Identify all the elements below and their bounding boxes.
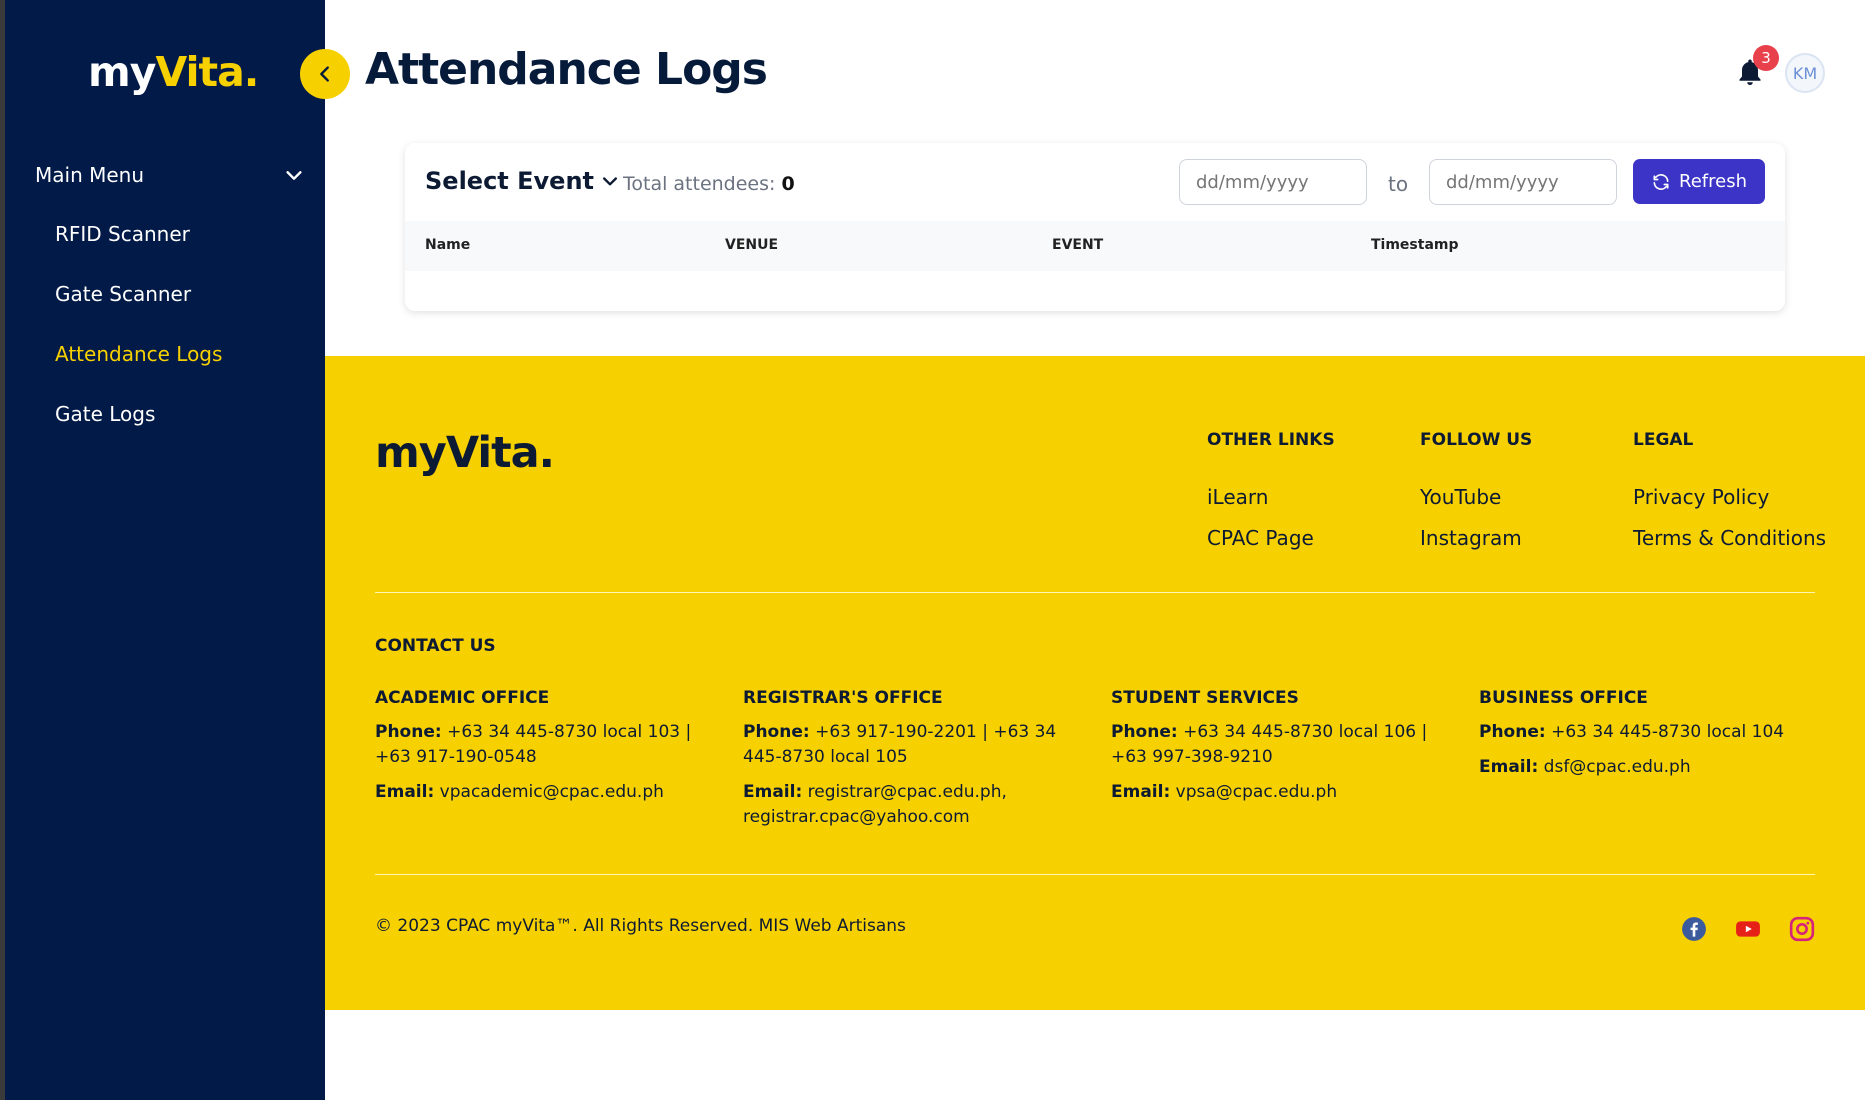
email-label: Email: [1111,782,1171,802]
office-phone: Phone: +63 34 445-8730 local 104 [1479,720,1829,745]
contact-us-heading: CONTACT US [375,636,496,656]
logo-text-my: my [88,48,156,96]
follow-us-heading: FOLLOW US [1420,430,1533,450]
refresh-icon [1653,173,1669,190]
phone-label: Phone: [743,722,810,742]
column-header-name[interactable]: Name [425,237,470,253]
office-email: Email: registrar@cpac.edu.ph, registrar.… [743,780,1093,830]
date-from-input[interactable] [1179,159,1367,205]
email-label: Email: [1479,757,1539,777]
column-header-venue[interactable]: VENUE [725,237,778,253]
footer-divider [375,874,1815,875]
office-name: REGISTRAR'S OFFICE [743,688,943,708]
chevron-down-icon [603,177,617,186]
footer-link-cpac-page[interactable]: CPAC Page [1207,526,1314,550]
office-name: STUDENT SERVICES [1111,688,1299,708]
office-student-services: STUDENT SERVICES Phone: +63 34 445-8730 … [1111,688,1461,815]
avatar[interactable]: KM [1785,53,1825,93]
footer-link-ilearn[interactable]: iLearn [1207,485,1268,509]
phone-value: +63 34 445-8730 local 104 [1551,722,1785,742]
column-header-event[interactable]: EVENT [1052,237,1103,253]
column-header-timestamp[interactable]: Timestamp [1371,237,1459,253]
instagram-icon[interactable] [1789,916,1815,942]
sidebar-item-gate-logs[interactable]: Gate Logs [55,402,155,426]
footer: myVita. OTHER LINKS iLearn CPAC Page FOL… [325,356,1865,1010]
legal-heading: LEGAL [1633,430,1694,450]
footer-link-instagram[interactable]: Instagram [1420,526,1522,550]
footer-divider [375,592,1815,593]
office-phone: Phone: +63 917-190-2201 | +63 34 445-873… [743,720,1093,770]
page-title: Attendance Logs [365,44,768,95]
phone-label: Phone: [1479,722,1546,742]
sidebar-item-rfid-scanner[interactable]: RFID Scanner [55,222,190,246]
refresh-label: Refresh [1679,171,1747,192]
copyright-text: © 2023 CPAC myVita™. All Rights Reserved… [375,916,906,936]
office-phone: Phone: +63 34 445-8730 local 103 | +63 9… [375,720,725,770]
office-phone: Phone: +63 34 445-8730 local 106 | +63 9… [1111,720,1461,770]
select-event-label: Select Event [425,167,594,195]
sidebar-item-attendance-logs[interactable]: Attendance Logs [55,342,222,366]
office-name: BUSINESS OFFICE [1479,688,1648,708]
office-email: Email: dsf@cpac.edu.ph [1479,755,1829,780]
date-range-to-label: to [1388,172,1409,196]
office-academic: ACADEMIC OFFICE Phone: +63 34 445-8730 l… [375,688,725,815]
notification-badge: 3 [1753,45,1779,71]
other-links-heading: OTHER LINKS [1207,430,1335,450]
table-header: Name VENUE EVENT Timestamp [405,221,1785,271]
footer-link-privacy-policy[interactable]: Privacy Policy [1633,485,1769,509]
main-menu-label: Main Menu [35,163,145,187]
chevron-down-icon [286,171,302,180]
sidebar: myVita. Main Menu RFID Scanner Gate Scan… [5,0,325,1100]
office-email: Email: vpsa@cpac.edu.ph [1111,780,1461,805]
email-label: Email: [743,782,803,802]
select-event-dropdown[interactable]: Select Event [425,167,620,195]
main-menu-toggle[interactable]: Main Menu [35,158,305,192]
date-to-input[interactable] [1429,159,1617,205]
youtube-icon[interactable] [1735,916,1761,942]
phone-label: Phone: [375,722,442,742]
office-name: ACADEMIC OFFICE [375,688,550,708]
facebook-icon[interactable] [1681,916,1707,942]
total-attendees-label: Total attendees: [623,173,776,195]
footer-link-terms-conditions[interactable]: Terms & Conditions [1633,526,1826,550]
logo-text-vita: Vita. [155,48,259,96]
footer-link-youtube[interactable]: YouTube [1420,485,1501,509]
email-value[interactable]: vpsa@cpac.edu.ph [1176,782,1337,802]
sidebar-item-gate-scanner[interactable]: Gate Scanner [55,282,191,306]
refresh-button[interactable]: Refresh [1633,159,1765,204]
attendance-card: Select Event Total attendees: 0 to Refre… [405,143,1785,311]
email-value[interactable]: vpacademic@cpac.edu.ph [440,782,664,802]
chevron-left-icon [320,66,329,82]
footer-logo[interactable]: myVita. [375,428,555,478]
office-business: BUSINESS OFFICE Phone: +63 34 445-8730 l… [1479,688,1829,790]
total-attendees: Total attendees: 0 [623,173,795,195]
email-value[interactable]: dsf@cpac.edu.ph [1544,757,1691,777]
total-attendees-value: 0 [781,173,795,195]
phone-label: Phone: [1111,722,1178,742]
sidebar-logo[interactable]: myVita. [88,48,259,96]
collapse-sidebar-button[interactable] [300,49,350,99]
office-email: Email: vpacademic@cpac.edu.ph [375,780,725,805]
office-registrar: REGISTRAR'S OFFICE Phone: +63 917-190-22… [743,688,1093,840]
email-label: Email: [375,782,435,802]
